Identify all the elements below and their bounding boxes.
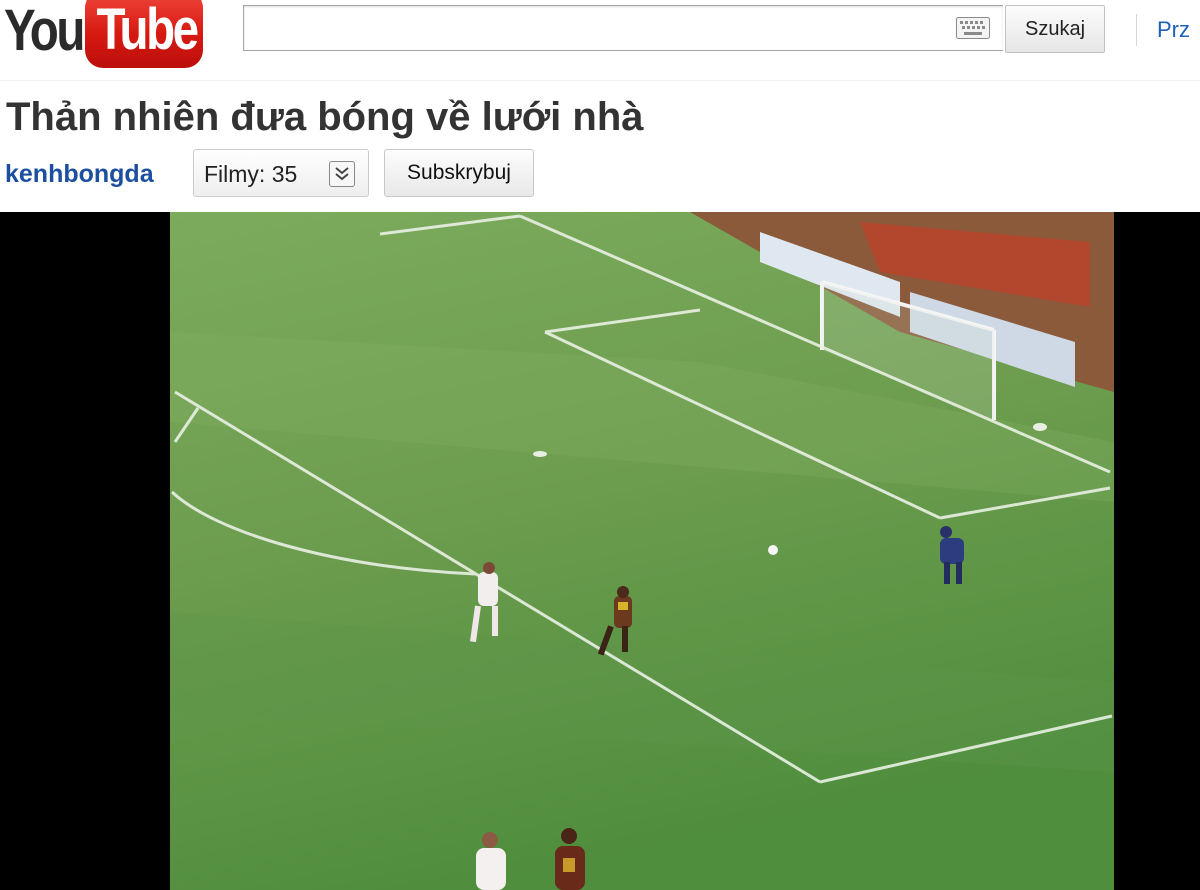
keyboard-icon[interactable]	[956, 17, 990, 39]
video-player[interactable]	[0, 212, 1200, 890]
search-button[interactable]: Szukaj	[1005, 5, 1105, 53]
logo-you-text: You	[4, 0, 85, 63]
channel-name-link[interactable]: kenhbongda	[5, 160, 154, 189]
masthead-divider	[1136, 14, 1137, 46]
videos-count-label: Filmy: 35	[204, 161, 298, 187]
subscribe-button[interactable]: Subskrybuj	[384, 149, 534, 197]
search-bar: Szukaj	[243, 5, 1105, 53]
masthead-link[interactable]: Prz	[1157, 17, 1190, 43]
ball	[768, 545, 778, 555]
channel-videos-button[interactable]: Filmy: 35	[193, 149, 369, 197]
chevron-down-icon[interactable]	[329, 161, 355, 187]
video-frame	[0, 212, 1200, 890]
logo-tube-text: Tube	[96, 0, 199, 62]
youtube-logo[interactable]: You Tube	[4, 0, 203, 68]
channel-row: kenhbongda Filmy: 35 Subskrybuj	[0, 148, 1200, 200]
video-title: Thản nhiên đưa bóng về lưới nhà	[6, 95, 644, 139]
search-input[interactable]	[243, 5, 1003, 51]
masthead: You Tube Szukaj Prz	[0, 0, 1200, 81]
